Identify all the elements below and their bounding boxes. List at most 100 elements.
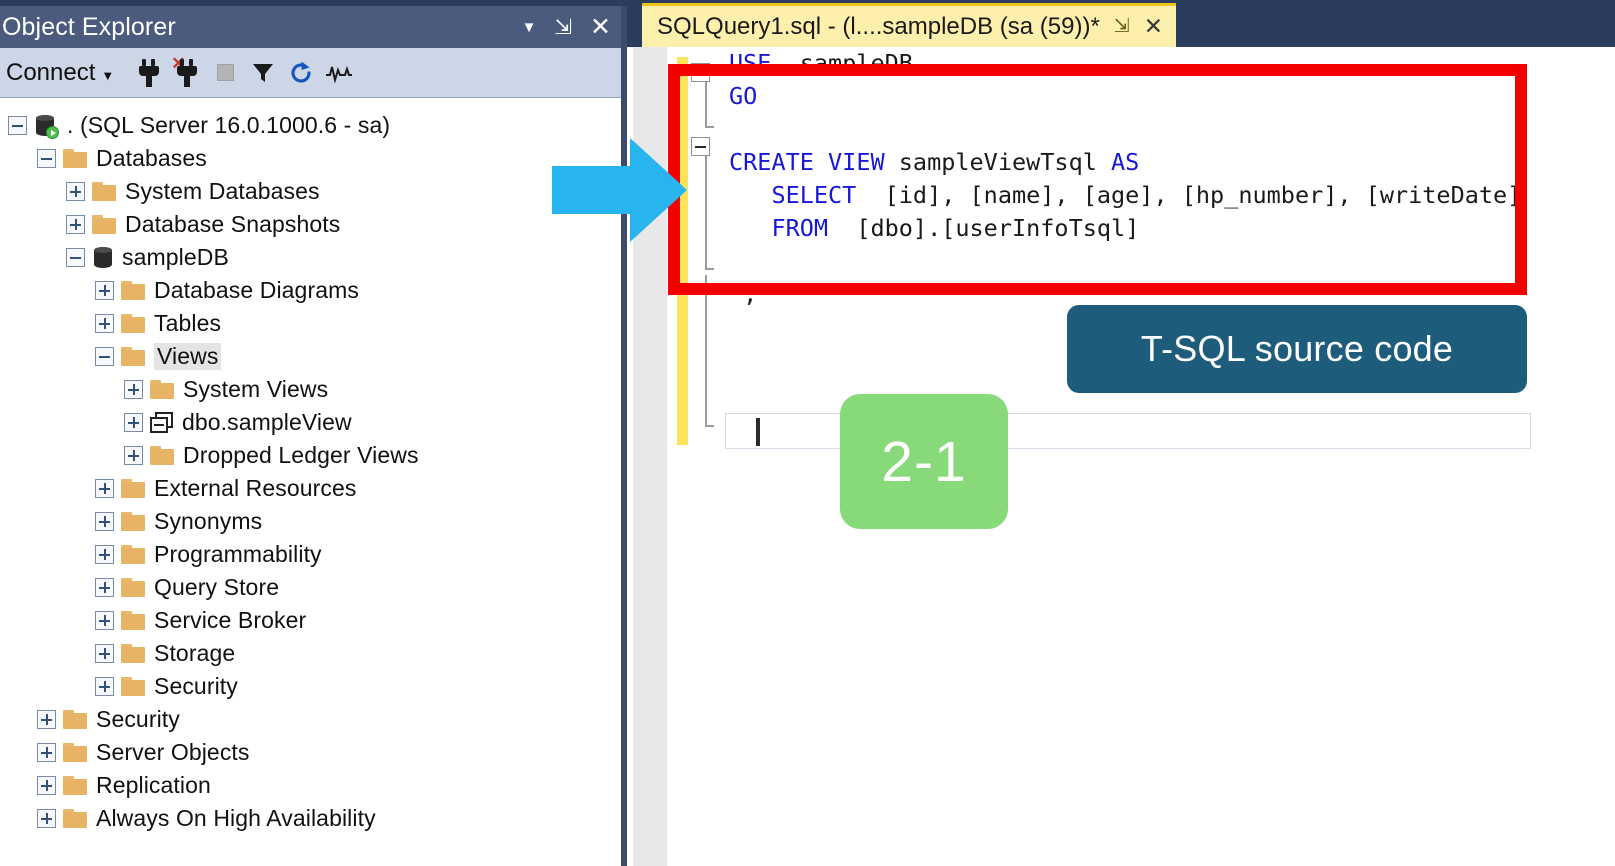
tree-node-label: Security [154, 673, 238, 699]
tree-node-label: Security [96, 706, 180, 732]
expand-toggle-icon[interactable] [124, 413, 143, 432]
text-caret [756, 418, 760, 446]
pin-icon[interactable]: ⇲ [554, 17, 572, 38]
expand-toggle-icon[interactable] [95, 677, 114, 696]
tree-node-replication[interactable]: Replication [0, 769, 621, 802]
code-token: [id], [name], [age], [hp_number], [write… [856, 181, 1522, 209]
fold-guide [705, 156, 707, 268]
tree-node-sampledb[interactable]: sampleDB [0, 241, 621, 274]
tree-node-views[interactable]: Views [0, 340, 621, 373]
tree-node-label: Server Objects [96, 739, 250, 765]
code-folding-column[interactable] [691, 47, 721, 866]
tree-node-external-resources[interactable]: External Resources [0, 472, 621, 505]
close-icon[interactable]: ✕ [1144, 13, 1163, 40]
tree-node-label: External Resources [154, 475, 357, 501]
pin-icon[interactable]: ⇲ [1114, 15, 1130, 38]
expand-toggle-icon[interactable] [95, 314, 114, 333]
tab-sqlquery1[interactable]: SQLQuery1.sql - (l....sampleDB (sa (59))… [642, 3, 1176, 47]
connect-label: Connect [6, 58, 96, 86]
object-explorer-titlebar: Object Explorer ▼ ⇲ ✕ [0, 6, 621, 48]
collapse-toggle-icon[interactable] [8, 116, 27, 135]
expand-toggle-icon[interactable] [66, 182, 85, 201]
stop-button[interactable] [206, 53, 244, 93]
disconnect-icon-button[interactable]: ✕ [168, 53, 206, 93]
editor-body[interactable]: USE sampleDB GO CREATE VIEW sampleViewTsq… [633, 47, 1615, 866]
expand-toggle-icon[interactable] [95, 611, 114, 630]
tree-node-label: Views [154, 343, 222, 370]
expand-toggle-icon[interactable] [37, 809, 56, 828]
folder-icon [121, 578, 145, 597]
expand-toggle-icon[interactable] [95, 281, 114, 300]
tree-node-database-snapshots[interactable]: Database Snapshots [0, 208, 621, 241]
tree-node-databases[interactable]: Databases [0, 142, 621, 175]
tree-node-label: Database Diagrams [154, 277, 359, 303]
view-icon [150, 412, 173, 433]
folder-icon [63, 149, 87, 168]
object-explorer-tree[interactable]: . (SQL Server 16.0.1000.6 - sa) Databases… [0, 99, 621, 866]
expand-toggle-icon[interactable] [95, 578, 114, 597]
tree-node-always-on-high-availability[interactable]: Always On High Availability [0, 802, 621, 835]
expand-toggle-icon[interactable] [124, 380, 143, 399]
fold-guide [705, 275, 707, 425]
expand-toggle-icon[interactable] [66, 215, 85, 234]
tree-node-server-objects[interactable]: Server Objects [0, 736, 621, 769]
tree-node-dropped-ledger-views[interactable]: Dropped Ledger Views [0, 439, 621, 472]
expand-toggle-icon[interactable] [37, 743, 56, 762]
expand-toggle-icon[interactable] [95, 545, 114, 564]
folder-icon [121, 479, 145, 498]
code-line: USE sampleDB [729, 47, 1615, 80]
collapse-toggle-icon[interactable] [37, 149, 56, 168]
tree-node-tables[interactable]: Tables [0, 307, 621, 340]
folder-icon [63, 776, 87, 795]
tree-node-label: System Databases [125, 178, 320, 204]
connect-button[interactable]: Connect ▼ [0, 57, 122, 89]
tree-node-security[interactable]: Security [0, 670, 621, 703]
expand-toggle-icon[interactable] [37, 710, 56, 729]
tree-node-dbo-sampleview[interactable]: dbo.sampleView [0, 406, 621, 439]
activity-monitor-button[interactable] [320, 53, 358, 93]
folder-icon [150, 446, 174, 465]
filter-button[interactable] [244, 53, 282, 93]
expand-toggle-icon[interactable] [37, 776, 56, 795]
tree-node-database-diagrams[interactable]: Database Diagrams [0, 274, 621, 307]
unsaved-change-bar [677, 57, 688, 445]
chevron-down-icon: ▼ [101, 68, 115, 83]
refresh-button[interactable] [282, 53, 320, 93]
collapse-toggle-icon[interactable] [95, 347, 114, 366]
tree-node-service-broker[interactable]: Service Broker [0, 604, 621, 637]
code-token: ; [729, 280, 758, 308]
connect-icon-button[interactable] [130, 53, 168, 93]
folder-icon [121, 677, 145, 696]
tree-node-label: . (SQL Server 16.0.1000.6 - sa) [67, 112, 391, 138]
code-line: GO [729, 80, 1615, 113]
tree-node-security[interactable]: Security [0, 703, 621, 736]
tree-node-sql-server-16-0-1000-6-sa[interactable]: . (SQL Server 16.0.1000.6 - sa) [0, 109, 621, 142]
code-token: [dbo].[userInfoTsql] [828, 214, 1140, 242]
code-line: CREATE VIEW sampleViewTsql AS [729, 146, 1615, 179]
fold-toggle-use[interactable] [691, 63, 710, 82]
tree-node-programmability[interactable]: Programmability [0, 538, 621, 571]
expand-toggle-icon[interactable] [95, 644, 114, 663]
tree-node-label: Dropped Ledger Views [183, 442, 419, 468]
tree-node-system-databases[interactable]: System Databases [0, 175, 621, 208]
tree-node-query-store[interactable]: Query Store [0, 571, 621, 604]
expand-toggle-icon[interactable] [95, 479, 114, 498]
fold-toggle-create-view[interactable] [691, 137, 710, 156]
chevron-down-icon[interactable]: ▼ [522, 20, 537, 35]
tree-node-label: Query Store [154, 574, 280, 600]
collapse-toggle-icon[interactable] [66, 248, 85, 267]
expand-toggle-icon[interactable] [95, 512, 114, 531]
callout-label: T-SQL source code [1140, 328, 1454, 369]
tree-node-synonyms[interactable]: Synonyms [0, 505, 621, 538]
expand-toggle-icon[interactable] [124, 446, 143, 465]
tree-node-storage[interactable]: Storage [0, 637, 621, 670]
tree-node-label: Always On High Availability [96, 805, 376, 831]
close-icon[interactable]: ✕ [590, 14, 611, 40]
step-badge-label: 2-1 [881, 429, 967, 494]
object-explorer-title: Object Explorer [2, 12, 176, 41]
code-line: FROM [dbo].[userInfoTsql] [729, 212, 1615, 245]
code-token: USE [729, 49, 772, 77]
tree-node-label: Synonyms [154, 508, 263, 534]
tree-node-system-views[interactable]: System Views [0, 373, 621, 406]
folder-icon [121, 314, 145, 333]
